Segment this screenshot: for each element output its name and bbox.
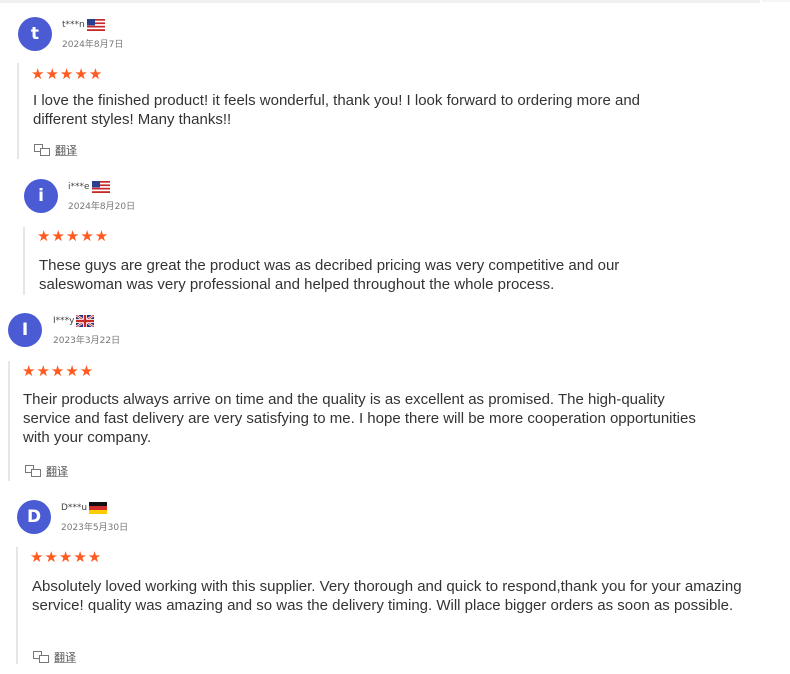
avatar: t xyxy=(18,17,52,51)
review-date: 2023年3月22日 xyxy=(53,336,121,346)
reviewer-name: i***e xyxy=(68,181,110,193)
translate-button[interactable]: 翻译 xyxy=(25,463,68,479)
reviewer-name-text: I***y xyxy=(53,316,75,326)
translate-icon xyxy=(25,465,41,477)
translate-icon xyxy=(34,144,50,156)
review-text: Absolutely loved working with this suppl… xyxy=(32,578,742,614)
uk-flag-icon xyxy=(76,315,95,327)
review-date: 2023年5月30日 xyxy=(61,523,129,533)
avatar: i xyxy=(24,179,58,213)
translate-button[interactable]: 翻译 xyxy=(34,142,77,158)
review-body: ★★★★★ I love the finished product! it fe… xyxy=(17,63,757,159)
translate-label: 翻译 xyxy=(46,466,68,478)
reviewer-name-text: t***n xyxy=(62,20,85,30)
star-rating: ★★★★★ xyxy=(31,65,104,83)
de-flag-icon xyxy=(89,502,108,514)
reviewer-name: t***n xyxy=(62,19,105,31)
review-card: i i***e 2024年8月20日 ★★★★★ These guys are … xyxy=(0,170,790,310)
star-rating: ★★★★★ xyxy=(22,362,95,380)
review-card: I I***y 2023年3月22日 ★★★★★ Their products … xyxy=(0,310,790,485)
review-date: 2024年8月7日 xyxy=(62,40,124,50)
review-body: ★★★★★ These guys are great the product w… xyxy=(23,227,763,295)
review-body: ★★★★★ Absolutely loved working with this… xyxy=(16,547,766,664)
review-card: D D***u 2023年5月30日 ★★★★★ Absolutely love… xyxy=(0,490,790,674)
translate-icon xyxy=(33,651,49,663)
review-body: ★★★★★ Their products always arrive on ti… xyxy=(8,361,758,481)
review-text: I love the finished product! it feels wo… xyxy=(33,92,641,128)
us-flag-icon xyxy=(86,19,105,31)
review-card: t t***n 2024年8月7日 ★★★★★ I love the finis… xyxy=(0,0,790,170)
translate-label: 翻译 xyxy=(55,145,77,157)
us-flag-icon xyxy=(91,181,110,193)
reviewer-name-text: D***u xyxy=(61,503,88,513)
reviewer-name: I***y xyxy=(53,315,95,327)
translate-label: 翻译 xyxy=(54,652,76,664)
reviewer-name-text: i***e xyxy=(68,182,90,192)
review-date: 2024年8月20日 xyxy=(68,202,136,212)
review-text: These guys are great the product was as … xyxy=(39,257,620,293)
star-rating: ★★★★★ xyxy=(37,227,110,245)
star-rating: ★★★★★ xyxy=(30,548,103,566)
avatar: I xyxy=(8,313,42,347)
review-text: Their products always arrive on time and… xyxy=(23,391,696,446)
avatar: D xyxy=(17,500,51,534)
reviewer-name: D***u xyxy=(61,502,108,514)
translate-button[interactable]: 翻译 xyxy=(33,649,76,665)
